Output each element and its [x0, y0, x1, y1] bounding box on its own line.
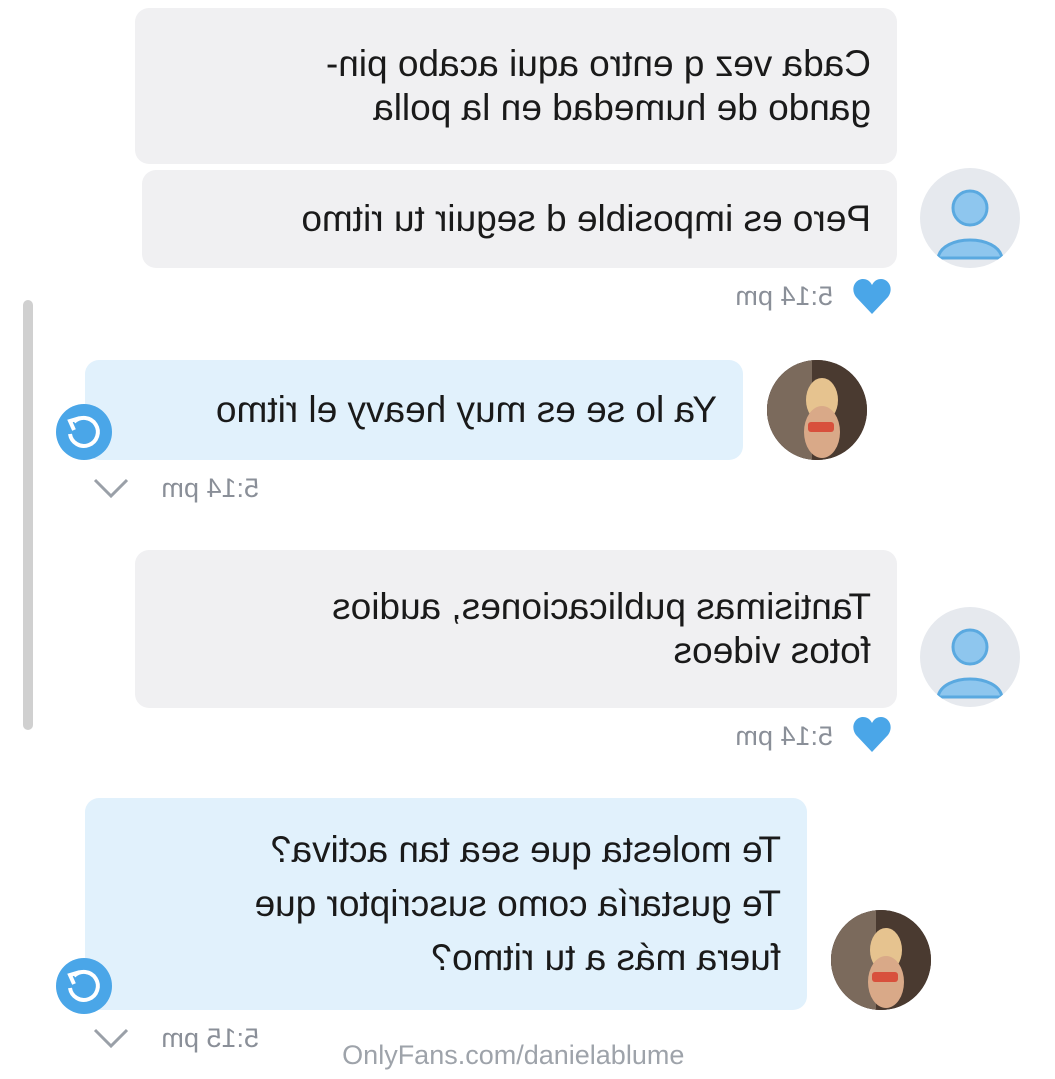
message-line: fuera más a tu ritmo? — [431, 937, 781, 978]
message-line: gando de humedad en la polla — [373, 87, 871, 128]
message-line: Pero es imposible d seguir tu ritmo — [301, 198, 871, 239]
chat-thread: Cada vez q entro aqui acabo pin- gando d… — [0, 0, 1055, 1079]
user-icon — [936, 189, 1004, 260]
heart-icon[interactable] — [851, 276, 893, 318]
message-time: 5:15 pm — [161, 1023, 259, 1053]
message-time: 5:14 pm — [735, 721, 833, 751]
message-line: Ya lo se es muy heavy el ritmo — [215, 389, 717, 430]
profile-photo — [767, 360, 867, 460]
message-line: Tantisimas publicaciones, audios — [332, 586, 871, 627]
avatar[interactable] — [920, 168, 1020, 268]
watermark: OnlyFans.com/danielablume — [342, 1040, 685, 1070]
reply-icon — [67, 969, 100, 1002]
message-line: Te molesta que sea tan activa? — [270, 829, 781, 870]
message-bubble[interactable]: Pero es imposible d seguir tu ritmo — [142, 170, 897, 268]
heart-icon[interactable] — [851, 714, 893, 756]
chevron-down-icon[interactable] — [91, 476, 131, 500]
message-time: 5:14 pm — [735, 281, 833, 311]
chevron-down-icon[interactable] — [91, 1026, 131, 1050]
message-line: fotos videos — [673, 630, 871, 671]
message-bubble[interactable]: Cada vez q entro aqui acabo pin- gando d… — [135, 8, 897, 164]
message-line: Te gustaría como suscriptor que — [254, 883, 781, 924]
reply-button[interactable] — [56, 958, 112, 1014]
message-bubble[interactable]: Tantisimas publicaciones, audios fotos v… — [135, 550, 897, 708]
reply-icon — [67, 415, 100, 448]
avatar[interactable] — [767, 360, 867, 460]
message-bubble[interactable]: Ya lo se es muy heavy el ritmo — [85, 360, 743, 460]
reply-button[interactable] — [56, 404, 112, 460]
scrollbar[interactable] — [23, 300, 33, 730]
profile-photo — [831, 910, 931, 1010]
message-time: 5:14 pm — [161, 473, 259, 503]
avatar[interactable] — [920, 607, 1020, 707]
user-icon — [936, 628, 1004, 699]
message-line: Cada vez q entro aqui acabo pin- — [325, 43, 871, 84]
avatar[interactable] — [831, 910, 931, 1010]
message-bubble[interactable]: Te molesta que sea tan activa? Te gustar… — [85, 798, 807, 1010]
